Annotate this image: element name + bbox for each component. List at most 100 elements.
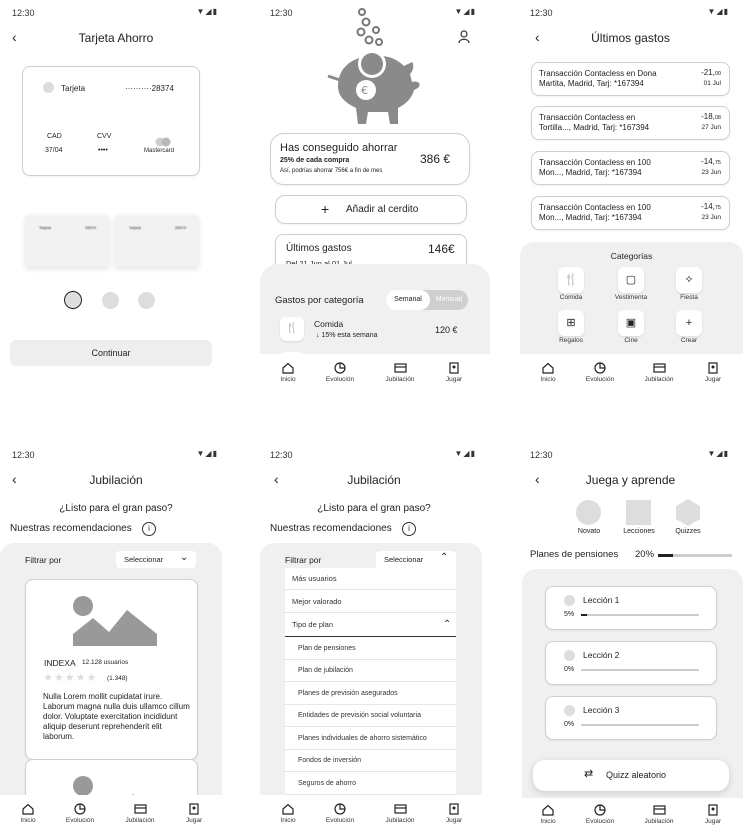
results-panel: Filtrar por Seleccionar ⌄ INDEXA 12.128 …: [0, 543, 222, 821]
savings-summary-card: Has conseguido ahorrar 25% de cada compr…: [270, 133, 470, 185]
tx-amount-int: -21,: [701, 68, 715, 77]
random-quiz-button[interactable]: ⇄ Quizz aleatorio: [533, 760, 729, 791]
sub-option-4[interactable]: Entidades de previsión social voluntaria: [285, 705, 456, 727]
sub-option-3[interactable]: Planes de previsión asegurados: [285, 682, 456, 705]
tx-card-3[interactable]: Transacción Contacless en 100 Mon..., Ma…: [531, 151, 730, 185]
nav-jugar-label: Jugar: [704, 376, 722, 383]
tx-card-4[interactable]: Transacción Contacless en 100 Mon..., Ma…: [531, 196, 730, 230]
nav-jubilacion[interactable]: Jubilación: [634, 362, 684, 383]
nav-jubilacion[interactable]: Jubilación: [375, 803, 425, 824]
food-icon: 🍴: [280, 317, 304, 341]
plan-progress-fill: [658, 554, 673, 557]
lecciones-square-icon[interactable]: [626, 500, 651, 525]
nav-evolucion[interactable]: Evolución: [315, 362, 365, 383]
cat-label-vestimenta: Vestimenta: [614, 294, 648, 301]
nav-inicio[interactable]: Inicio: [523, 804, 573, 825]
lesson-progress-bar: [581, 669, 699, 671]
select-value: Seleccionar: [124, 555, 164, 564]
clothes-icon[interactable]: ▢: [618, 267, 644, 293]
lesson-card-2[interactable]: Lección 2 0%: [545, 641, 717, 685]
continue-button[interactable]: Continuar: [10, 340, 212, 366]
nav-evolucion[interactable]: Evolución: [575, 362, 625, 383]
nav-jugar[interactable]: Jugar: [688, 362, 738, 383]
nav-evolucion-label: Evolución: [325, 817, 355, 824]
tab-novato[interactable]: Novato: [570, 528, 608, 535]
info-icon[interactable]: i: [142, 522, 156, 536]
nav-jubilacion-label: Jubilación: [125, 817, 155, 824]
option-mas-usuarios[interactable]: Más usuarios: [285, 568, 456, 590]
sub-option-1[interactable]: Plan de pensiones: [285, 637, 456, 660]
add-to-piggy-button[interactable]: + Añadir al cerdito: [275, 195, 467, 224]
screen-tarjeta-ahorro: 12:30 ▼◢▮ ‹ Tarjeta Ahorro Tarjeta ······…: [0, 0, 232, 418]
mini-card-2[interactable]: Tarjeta 28374: [115, 215, 199, 267]
nav-jubilacion[interactable]: Jubilación: [375, 362, 425, 383]
status-bar: 12:30 ▼◢▮: [258, 442, 490, 466]
pager-dot-1[interactable]: [64, 291, 82, 309]
nav-jubilacion[interactable]: Jubilación: [115, 803, 165, 824]
sub-option-2[interactable]: Plan de jubilación: [285, 660, 456, 682]
nav-evolucion[interactable]: Evolución: [315, 803, 365, 824]
nav-evolucion[interactable]: Evolución: [575, 804, 625, 825]
bottom-nav: Inicio Evolución Jubilación Jugar: [258, 354, 490, 398]
shuffle-icon: ⇄: [584, 768, 594, 780]
nav-inicio[interactable]: Inicio: [263, 803, 313, 824]
nav-evolucion[interactable]: Evolución: [55, 803, 105, 824]
pager-dot-2[interactable]: [102, 292, 119, 309]
nav-inicio[interactable]: Inicio: [3, 803, 53, 824]
sub-option-7[interactable]: Seguros de ahorro: [285, 772, 456, 795]
chevron-down-icon: ⌄: [180, 552, 189, 563]
nav-jugar[interactable]: Jugar: [429, 803, 479, 824]
party-icon[interactable]: ✧: [676, 267, 702, 293]
option-mejor-valorado[interactable]: Mejor valorado: [285, 590, 456, 613]
product-card[interactable]: INDEXA 12.128 usuarios ★★★★★ (1.348) Nul…: [25, 579, 198, 760]
nav-jugar[interactable]: Jugar: [169, 803, 219, 824]
plus-icon[interactable]: +: [676, 310, 702, 336]
savings-card[interactable]: Tarjeta ··········28374 CAD 37/04 CVV ••…: [22, 66, 200, 176]
quizzes-hexagon-icon[interactable]: [676, 499, 700, 526]
nav-inicio-label: Inicio: [540, 376, 556, 383]
tx-amount-int: -14,: [701, 202, 715, 211]
select-dropdown[interactable]: Seleccionar ⌄: [116, 551, 196, 568]
select-dropdown[interactable]: Seleccionar ⌃: [376, 551, 456, 568]
pie-chart-icon: [334, 362, 346, 374]
toggle-weekly[interactable]: Semanal: [386, 290, 430, 310]
tx-card-1[interactable]: Transacción Contacless en Dona Martita, …: [531, 62, 730, 96]
nav-jugar[interactable]: Jugar: [688, 804, 738, 825]
nav-inicio[interactable]: Inicio: [523, 362, 573, 383]
pie-chart-icon: [74, 803, 86, 815]
nav-jugar[interactable]: Jugar: [429, 362, 479, 383]
card-brand: Mastercard: [144, 148, 175, 154]
product-users: 12.128 usuarios: [82, 659, 129, 666]
lesson-card-1[interactable]: Lección 1 5%: [545, 586, 717, 630]
nav-jubilacion[interactable]: Jubilación: [634, 804, 684, 825]
tx-amount-dec: 08: [714, 115, 721, 121]
lesson-card-3[interactable]: Lección 3 0%: [545, 696, 717, 740]
gift-icon[interactable]: ⊞: [558, 310, 584, 336]
profile-icon[interactable]: [458, 30, 470, 49]
tx-line1: Transacción Contacless en 100: [539, 158, 651, 167]
cat-label-fiesta: Fiesta: [680, 294, 698, 301]
sub-option-6[interactable]: Fondos de inversión: [285, 750, 456, 772]
info-icon[interactable]: i: [402, 522, 416, 536]
tab-lecciones[interactable]: Lecciones: [618, 528, 660, 535]
status-time: 12:30: [270, 450, 293, 460]
food-icon[interactable]: 🍴: [558, 267, 584, 293]
option-tipo-de-plan[interactable]: Tipo de plan ⌃: [285, 613, 456, 637]
tx-date: 27 Jun: [701, 124, 721, 131]
toggle-monthly[interactable]: Mensual: [430, 290, 468, 310]
option-tipo-label: Tipo de plan: [292, 620, 334, 629]
tab-quizzes[interactable]: Quizzes: [668, 528, 708, 535]
sub-option-5[interactable]: Planes individuales de ahorro sistemátic…: [285, 727, 456, 750]
tx-card-2[interactable]: Transacción Contacless en Tortilla..., M…: [531, 106, 730, 140]
pager-dot-3[interactable]: [138, 292, 155, 309]
add-label: Añadir al cerdito: [346, 204, 419, 215]
nav-jubilacion-label: Jubilación: [385, 817, 415, 824]
nav-inicio[interactable]: Inicio: [263, 362, 313, 383]
novato-circle-icon[interactable]: [576, 500, 601, 525]
period-toggle[interactable]: Semanal Mensual: [386, 290, 468, 310]
nav-inicio-label: Inicio: [280, 817, 296, 824]
cinema-icon[interactable]: ▣: [618, 310, 644, 336]
mini-card-1[interactable]: Tarjeta 28374: [25, 215, 109, 267]
category-title: Gastos por categoría: [275, 295, 364, 306]
saved-amount: 386 €: [420, 152, 451, 166]
